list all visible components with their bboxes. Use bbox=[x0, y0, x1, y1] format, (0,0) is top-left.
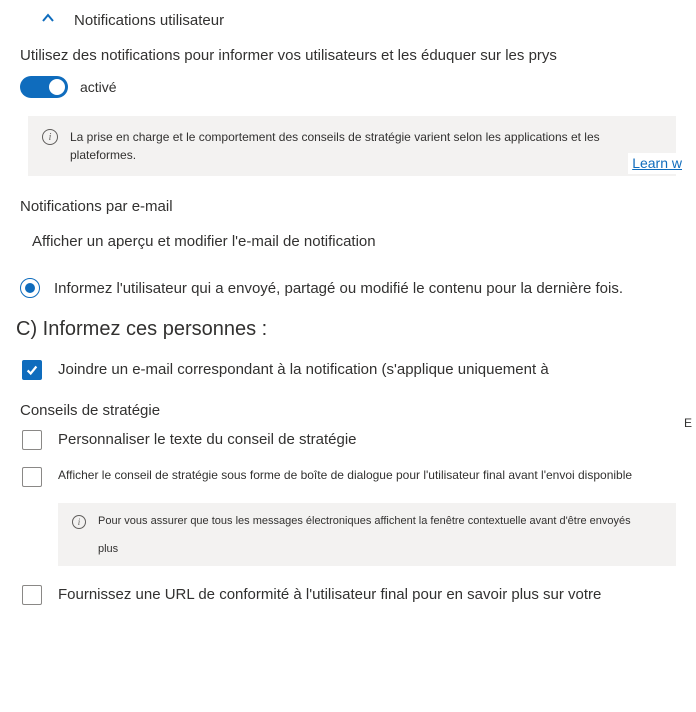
checkbox-customize-tip-text[interactable] bbox=[22, 430, 42, 450]
info-banner-text: La prise en charge et le comportement de… bbox=[70, 128, 662, 164]
toggle-state-label: activé bbox=[80, 79, 117, 95]
section-description: Utilisez des notifications pour informer… bbox=[0, 39, 696, 76]
checkbox-show-dialog[interactable] bbox=[22, 467, 42, 487]
info-icon: i bbox=[72, 515, 86, 529]
radio-notify-sender-label: Informez l'utilisateur qui a envoyé, par… bbox=[54, 280, 623, 297]
checkbox-compliance-url-label: Fournissez une URL de conformité à l'uti… bbox=[58, 584, 601, 605]
checkbox-attach-email-label: Joindre un e-mail correspondant à la not… bbox=[58, 359, 549, 380]
notifications-toggle[interactable] bbox=[20, 76, 68, 98]
checkbox-customize-tip-text-label: Personnaliser le texte du conseil de str… bbox=[58, 429, 357, 450]
preview-edit-email-link[interactable]: Afficher un aperçu et modifier l'e-mail … bbox=[0, 221, 696, 266]
truncated-text-right: E bbox=[684, 416, 692, 430]
section-title: Notifications utilisateur bbox=[74, 12, 224, 29]
info-banner-dialog: i Pour vous assurer que tous les message… bbox=[58, 503, 676, 566]
option-c-heading: C) Informez ces personnes : bbox=[0, 304, 696, 351]
radio-notify-sender[interactable] bbox=[20, 278, 40, 298]
info-banner-dialog-text: Pour vous assurer que tous les messages … bbox=[98, 515, 631, 527]
learn-more-link[interactable]: Learn w bbox=[628, 153, 682, 174]
checkbox-compliance-url[interactable] bbox=[22, 585, 42, 605]
info-banner-platforms: i La prise en charge et le comportement … bbox=[28, 116, 676, 176]
info-icon: i bbox=[42, 129, 58, 145]
checkbox-attach-email[interactable] bbox=[22, 360, 42, 380]
chevron-up-icon[interactable] bbox=[40, 10, 56, 29]
checkbox-show-dialog-label: Afficher le conseil de stratégie sous fo… bbox=[58, 466, 632, 484]
info-banner-more-link[interactable]: plus bbox=[98, 543, 118, 555]
email-notifications-heading: Notifications par e-mail bbox=[0, 182, 696, 221]
policy-tips-heading: Conseils de stratégie bbox=[0, 388, 696, 421]
